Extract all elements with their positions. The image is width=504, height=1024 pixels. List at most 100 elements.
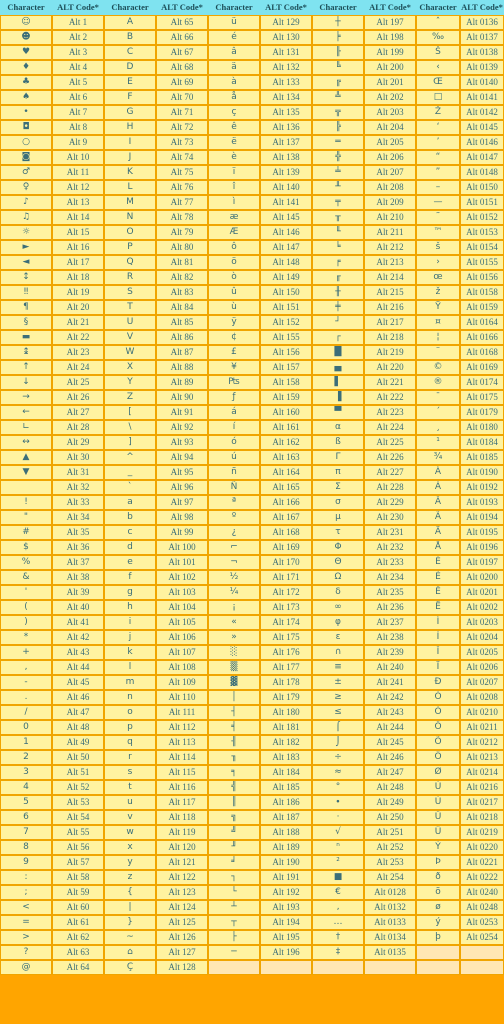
character-cell: r (104, 750, 156, 765)
character-cell: ▬ (0, 330, 52, 345)
character-cell: 4 (0, 780, 52, 795)
character-cell: ╠ (312, 120, 364, 135)
table-row: / Alt 47 (0, 705, 104, 720)
character-cell: ► (0, 240, 52, 255)
alt-code-cell: Alt 140 (260, 180, 312, 195)
character-cell: Y (104, 375, 156, 390)
alt-code-cell: Alt 42 (52, 630, 104, 645)
character-cell: ♀ (0, 180, 52, 195)
table-row: ╗ Alt 187 (208, 810, 312, 825)
character-cell: • (0, 105, 52, 120)
character-cell: ╚ (312, 60, 364, 75)
alt-code-cell: Alt 191 (260, 870, 312, 885)
table-row: µ Alt 230 (312, 510, 416, 525)
character-cell: ☼ (0, 225, 52, 240)
character-cell: ↕ (0, 270, 52, 285)
table-row: ≤ Alt 243 (312, 705, 416, 720)
table-row: ] Alt 93 (104, 435, 208, 450)
character-cell: ‚ (312, 900, 364, 915)
character-cell: I (104, 135, 156, 150)
header-alt-code: ALT Code* (156, 0, 208, 15)
table-row: ↨ Alt 23 (0, 345, 104, 360)
character-cell: ♠ (0, 90, 52, 105)
table-row: Ñ Alt 165 (208, 480, 312, 495)
table-row: 9 Alt 57 (0, 855, 104, 870)
table-row: ; Alt 59 (0, 885, 104, 900)
character-cell: ♪ (0, 195, 52, 210)
character-cell: 1 (0, 735, 52, 750)
character-cell: ì (208, 195, 260, 210)
table-row: Á Alt 0192 (416, 480, 504, 495)
character-cell: Ï (416, 660, 460, 675)
table-row: ▬ Alt 22 (0, 330, 104, 345)
table-row: ü Alt 129 (208, 15, 312, 30)
table-row: Ω Alt 234 (312, 570, 416, 585)
alt-code-cell: Alt 174 (260, 615, 312, 630)
table-row: ╙ Alt 211 (312, 225, 416, 240)
character-cell: d (104, 540, 156, 555)
table-row: 2 Alt 50 (0, 750, 104, 765)
table-row: < Alt 60 (0, 900, 104, 915)
character-cell: ▲ (0, 450, 52, 465)
character-cell: À (416, 465, 460, 480)
alt-code-cell: Alt 0168 (460, 345, 504, 360)
table-row: Ú Alt 0217 (416, 795, 504, 810)
character-cell: › (416, 255, 460, 270)
alt-code-cell: Alt 62 (52, 930, 104, 945)
character-cell: ╝ (208, 825, 260, 840)
character-cell: ª (208, 495, 260, 510)
table-row: 7 Alt 55 (0, 825, 104, 840)
character-cell: q (104, 735, 156, 750)
table-row: l Alt 108 (104, 660, 208, 675)
table-row: ~ Alt 126 (104, 930, 208, 945)
table-row: d Alt 100 (104, 540, 208, 555)
character-cell: A (104, 15, 156, 30)
table-row: Ò Alt 0208 (416, 690, 504, 705)
alt-code-cell: Alt 0175 (460, 390, 504, 405)
alt-code-cell: Alt 93 (156, 435, 208, 450)
table-row: R Alt 82 (104, 270, 208, 285)
table-row: ♦ Alt 4 (0, 60, 104, 75)
alt-code-cell: Alt 99 (156, 525, 208, 540)
table-row: p Alt 112 (104, 720, 208, 735)
character-cell: Å (416, 540, 460, 555)
table-row: ↔ Alt 29 (0, 435, 104, 450)
character-cell: ñ (208, 465, 260, 480)
alt-code-cell: Alt 0134 (364, 930, 416, 945)
alt-code-cell: Alt 10 (52, 150, 104, 165)
alt-code-cell: Alt 166 (260, 495, 312, 510)
alt-code-cell: Alt 195 (260, 930, 312, 945)
table-row: V Alt 86 (104, 330, 208, 345)
character-cell: $ (0, 540, 52, 555)
table-row: F Alt 70 (104, 90, 208, 105)
alt-code-cell: Alt 116 (156, 780, 208, 795)
table-row: ð Alt 0222 (416, 870, 504, 885)
alt-code-cell: Alt 0132 (364, 900, 416, 915)
character-cell: σ (312, 495, 364, 510)
character-cell: ß (312, 435, 364, 450)
alt-code-cell: Alt 21 (52, 315, 104, 330)
character-cell: Í (416, 630, 460, 645)
character-cell: ╙ (312, 225, 364, 240)
alt-code-cell: Alt 20 (52, 300, 104, 315)
character-cell: □ (416, 90, 460, 105)
alt-code-cell: Alt 33 (52, 495, 104, 510)
table-row: ‰ Alt 0137 (416, 30, 504, 45)
alt-code-cell: Alt 150 (260, 285, 312, 300)
character-cell: ┼ (312, 15, 364, 30)
alt-code-cell: Alt 169 (260, 540, 312, 555)
table-header-row: Character ALT Code* (208, 0, 312, 15)
table-row: % Alt 37 (0, 555, 104, 570)
alt-code-cell: Alt 0221 (460, 855, 504, 870)
table-row: ¿ Alt 168 (208, 525, 312, 540)
alt-code-cell: Alt 136 (260, 120, 312, 135)
alt-code-cell: Alt 225 (364, 435, 416, 450)
table-row: ç Alt 135 (208, 105, 312, 120)
character-cell: è (208, 150, 260, 165)
alt-code-cell: Alt 177 (260, 660, 312, 675)
character-cell: │ (208, 690, 260, 705)
table-row: å Alt 134 (208, 90, 312, 105)
alt-code-cell: Alt 0204 (460, 630, 504, 645)
alt-code-cell: Alt 0222 (460, 870, 504, 885)
table-row: ⁿ Alt 252 (312, 840, 416, 855)
